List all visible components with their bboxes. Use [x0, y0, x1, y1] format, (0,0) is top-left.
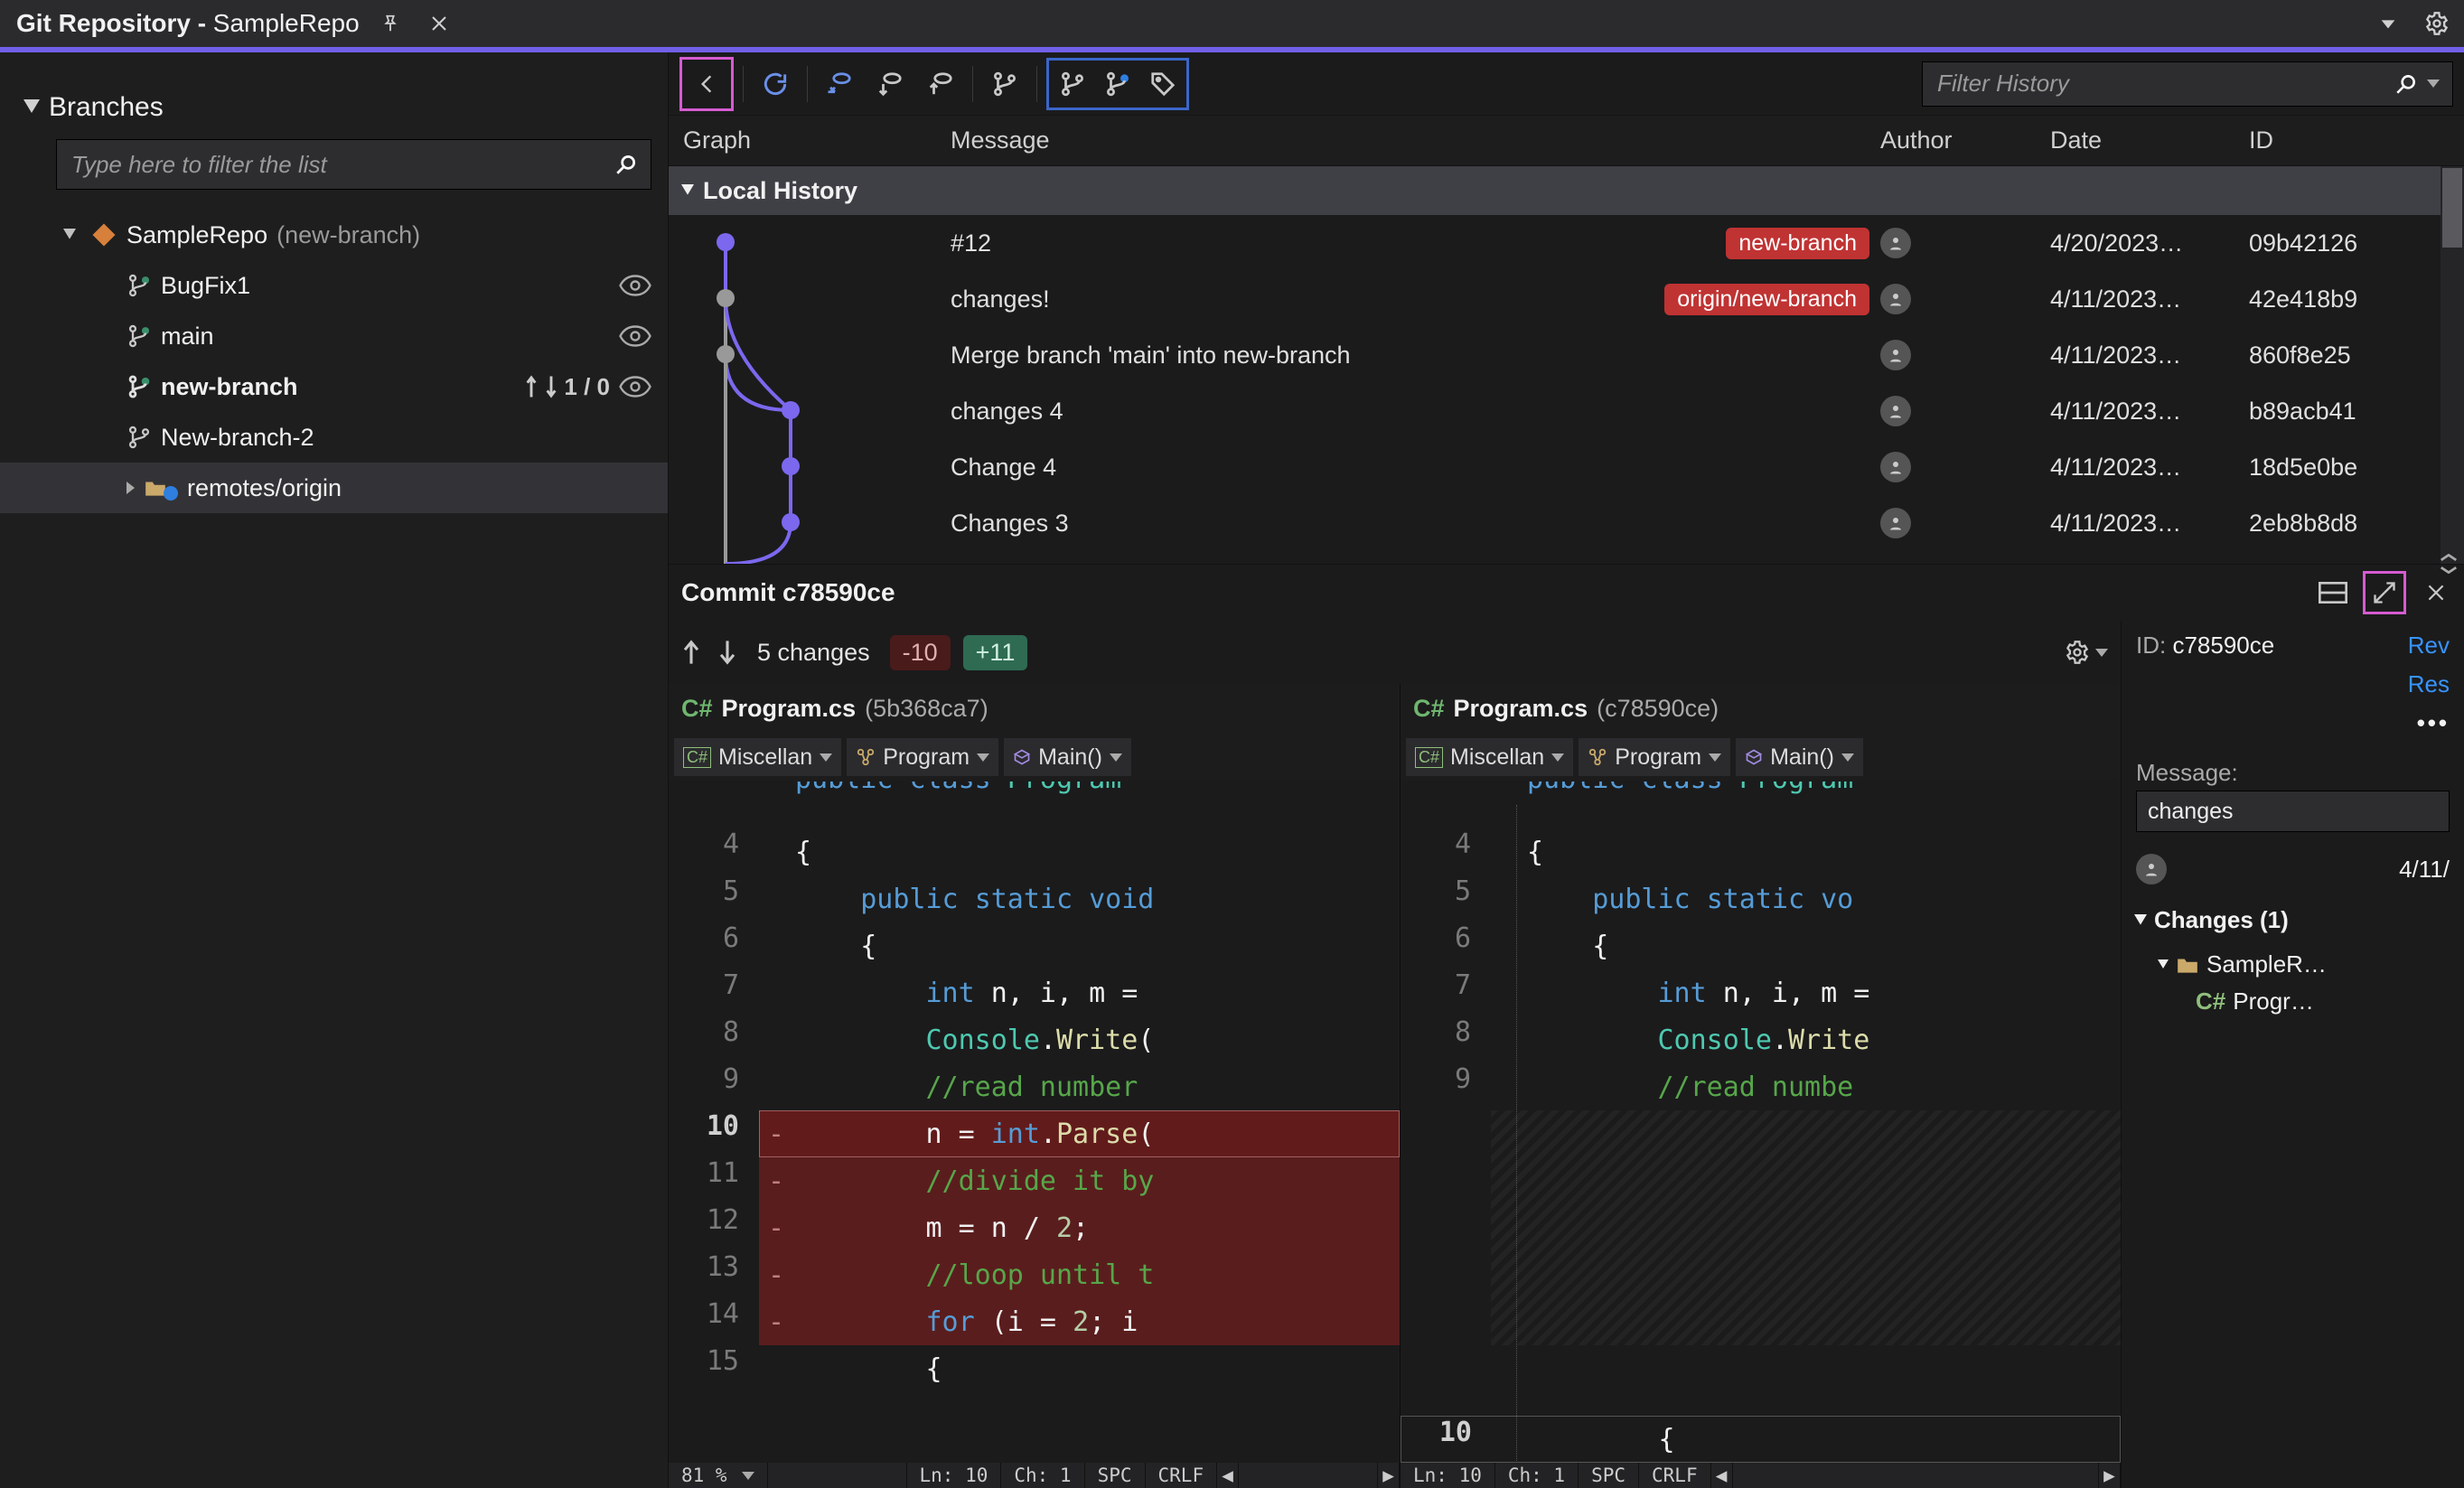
right-file-header: C# Program.cs (c78590ce): [1401, 684, 2121, 733]
left-nav-bar: C#Miscellan Program Main(): [669, 733, 1400, 781]
refresh-button[interactable]: [753, 61, 798, 107]
avatar-icon: [1880, 228, 1911, 258]
commit-graph: [669, 215, 951, 564]
branch-main[interactable]: main: [0, 311, 668, 361]
left-file-header: C# Program.cs (5b368ca7): [669, 684, 1400, 733]
branch-filter-input[interactable]: [56, 139, 651, 190]
branch-new-branch[interactable]: new-branch 1 / 0: [0, 361, 668, 412]
commit-id: c78590ce: [2172, 632, 2274, 659]
resize-handle-icon[interactable]: [2433, 554, 2464, 574]
zoom-level[interactable]: 81 %: [669, 1463, 768, 1488]
tags-button[interactable]: [1140, 61, 1185, 107]
id-label: ID:: [2136, 632, 2166, 659]
highlight-remote-tag-group: [1046, 58, 1189, 110]
history-scrollbar[interactable]: [2441, 166, 2464, 564]
close-icon[interactable]: [421, 5, 457, 42]
right-nav-bar: C#Miscellan Program Main(): [1401, 733, 2121, 781]
avatar-icon: [1880, 284, 1911, 314]
split-horizontal-icon[interactable]: [2314, 574, 2352, 612]
window-menu-icon[interactable]: [2370, 5, 2406, 42]
scroll-right-icon[interactable]: ▶: [1378, 1463, 1400, 1488]
more-actions-icon[interactable]: •••: [2417, 709, 2450, 737]
revert-link[interactable]: Rev: [2408, 632, 2450, 660]
fullscreen-icon[interactable]: [2367, 576, 2402, 610]
remotes-node[interactable]: remotes/origin: [0, 463, 668, 513]
window-title: Git Repository - SampleRepo: [16, 9, 360, 38]
repo-node[interactable]: SampleRepo (new-branch): [0, 210, 668, 260]
pin-icon[interactable]: [372, 5, 408, 42]
changes-count: 5 changes: [757, 639, 870, 667]
right-status-bar: Ln: 10 Ch: 1 SPC CRLF ◀ ▶: [1401, 1463, 2121, 1488]
branches-header[interactable]: Branches: [0, 61, 668, 139]
message-label: Message:: [2136, 759, 2238, 787]
scroll-right-icon[interactable]: ▶: [2099, 1463, 2121, 1488]
reset-link[interactable]: Res: [2408, 670, 2450, 698]
back-button[interactable]: [684, 61, 729, 107]
local-history-section[interactable]: Local History: [669, 166, 2464, 215]
chevron-down-icon[interactable]: [2427, 80, 2440, 88]
changes-folder[interactable]: SampleR…: [2158, 950, 2464, 978]
diff-settings-button[interactable]: [2065, 640, 2108, 665]
commit-date: 4/11/: [2399, 856, 2450, 884]
pull-button[interactable]: [867, 61, 913, 107]
nav-project-r[interactable]: C#Miscellan: [1406, 738, 1573, 776]
branch-badge: origin/new-branch: [1664, 284, 1869, 315]
nav-class-r[interactable]: Program: [1579, 738, 1730, 776]
avatar-icon: [1880, 508, 1911, 538]
commit-title: Commit c78590ce: [681, 578, 895, 607]
close-panel-icon[interactable]: [2417, 574, 2455, 612]
prev-change-icon[interactable]: [681, 640, 701, 665]
history-columns-header: Graph Message Author Date ID: [669, 116, 2464, 166]
nav-project[interactable]: C#Miscellan: [674, 738, 841, 776]
scroll-left-icon[interactable]: ◀: [1711, 1463, 1733, 1488]
branch-bugfix1[interactable]: BugFix1: [0, 260, 668, 311]
highlight-back-button: [679, 57, 734, 111]
chevron-right-icon: [126, 482, 135, 494]
push-button[interactable]: [918, 61, 963, 107]
avatar-icon: [1880, 340, 1911, 370]
history-filter-input[interactable]: [1922, 61, 2453, 107]
branch-button[interactable]: [982, 61, 1027, 107]
commit-message-input[interactable]: [2136, 791, 2450, 832]
left-code-view[interactable]: public class Program 4{ 5 public static …: [669, 781, 1400, 1488]
local-branches-button[interactable]: [1050, 61, 1095, 107]
nav-class[interactable]: Program: [847, 738, 998, 776]
avatar-icon: [2136, 854, 2167, 884]
ahead-behind-indicator: 1 / 0: [524, 373, 610, 401]
right-code-view[interactable]: public class Program 4{ 5 public static …: [1401, 781, 2121, 1488]
fetch-button[interactable]: [817, 61, 862, 107]
nav-method[interactable]: Main(): [1004, 738, 1131, 776]
highlight-fullscreen: [2363, 571, 2406, 614]
branch-badge: new-branch: [1726, 228, 1869, 259]
diffstat: -10 +11: [890, 635, 1028, 670]
remote-branches-button[interactable]: [1095, 61, 1140, 107]
nav-method-r[interactable]: Main(): [1736, 738, 1863, 776]
left-status-bar: 81 % Ln: 10 Ch: 1 SPC CRLF ◀ ▶: [669, 1463, 1400, 1488]
avatar-icon: [1880, 396, 1911, 426]
branch-new-branch-2[interactable]: New-branch-2: [0, 412, 668, 463]
changed-file[interactable]: C# Progr…: [2158, 987, 2464, 1015]
gear-icon[interactable]: [2419, 5, 2455, 42]
changes-tree-header[interactable]: Changes (1): [2122, 895, 2464, 945]
scroll-left-icon[interactable]: ◀: [1217, 1463, 1239, 1488]
next-change-icon[interactable]: [717, 640, 737, 665]
avatar-icon: [1880, 452, 1911, 482]
